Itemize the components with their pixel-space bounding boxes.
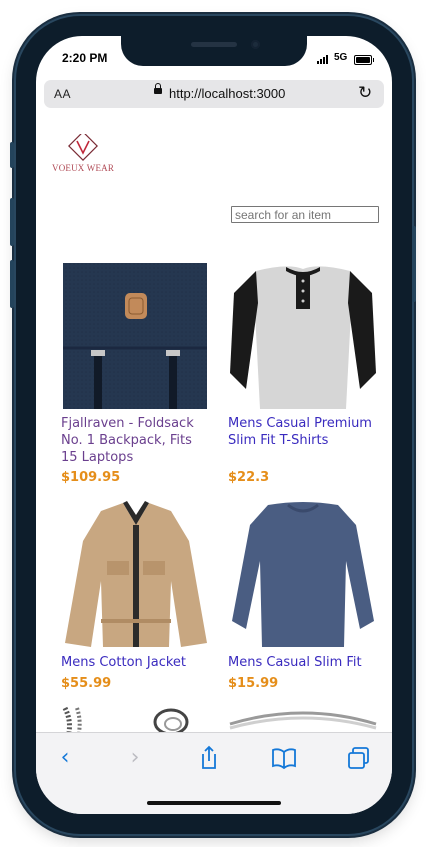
raglan-shirt-image[interactable] (228, 263, 378, 409)
phone-screen: 2:20 PM 5G AA http://localhost:3000 ↻ VO… (36, 36, 392, 814)
speaker (191, 42, 237, 47)
product-price: $55.99 (61, 676, 112, 691)
text-size-button[interactable]: AA (54, 87, 71, 101)
volume-up-button (10, 198, 14, 246)
network-label: 5G (334, 52, 348, 63)
product-price: $109.95 (61, 470, 121, 485)
share-icon[interactable] (194, 745, 224, 771)
product-price: $22.3 (228, 470, 270, 485)
product-title[interactable]: Fjallraven - Foldsack No. 1 Backpack, Fi… (61, 415, 211, 466)
forward-icon[interactable]: › (120, 745, 150, 771)
jacket-image[interactable] (61, 501, 211, 647)
ring-image[interactable] (228, 706, 378, 732)
brand-name: VOEUX WEAR (52, 163, 115, 173)
back-icon[interactable]: ‹ (50, 745, 80, 771)
search-input[interactable] (231, 206, 379, 223)
volume-down-button (10, 260, 14, 308)
lock-icon (154, 83, 162, 94)
product-price: $15.99 (228, 676, 279, 691)
product-title[interactable]: Mens Cotton Jacket (61, 654, 211, 671)
battery-icon (354, 55, 374, 65)
bookmarks-icon[interactable] (269, 745, 299, 771)
bracelet-image[interactable] (61, 706, 211, 732)
status-time: 2:20 PM (62, 51, 108, 65)
backpack-image[interactable] (61, 263, 211, 409)
power-button (412, 226, 416, 302)
signal-icon (317, 55, 331, 64)
reload-icon[interactable]: ↻ (358, 83, 372, 103)
url-text[interactable]: http://localhost:3000 (169, 86, 285, 101)
address-bar[interactable]: AA http://localhost:3000 ↻ (44, 80, 384, 108)
notch (121, 36, 307, 66)
mute-switch (10, 142, 14, 168)
long-sleeve-shirt-image[interactable] (228, 501, 378, 647)
product-title[interactable]: Mens Casual Slim Fit (228, 654, 378, 671)
home-indicator[interactable] (147, 801, 281, 805)
front-camera (251, 40, 260, 49)
tabs-icon[interactable] (344, 745, 374, 771)
product-title[interactable]: Mens Casual Premium Slim Fit T-Shirts (228, 415, 378, 449)
